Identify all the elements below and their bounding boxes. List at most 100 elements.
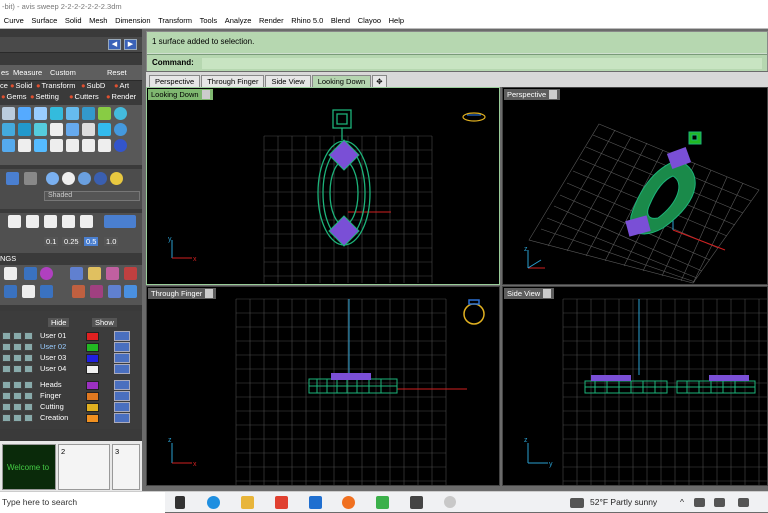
layer-lock-icon[interactable] — [114, 364, 130, 374]
tab-measure[interactable]: Measure — [13, 68, 42, 77]
category-solid[interactable]: Solid — [10, 81, 33, 90]
menu-curve[interactable]: Curve — [0, 16, 28, 25]
array-tool-icon[interactable] — [50, 123, 63, 136]
display-mode-select[interactable]: Shaded — [44, 191, 140, 201]
layer-lock-icon[interactable] — [114, 353, 130, 363]
xray-mode-icon[interactable] — [78, 172, 91, 185]
tab-through-finger[interactable]: Through Finger — [201, 75, 265, 87]
add-tab-icon[interactable]: ✥ — [372, 75, 387, 87]
layer-row[interactable]: User 01 — [40, 331, 130, 342]
weather-text[interactable]: 52°F Partly sunny — [590, 492, 657, 513]
layer-mini-controls[interactable] — [0, 342, 38, 352]
thumbnail-2[interactable]: 2 — [58, 444, 110, 490]
viewport-perspective[interactable]: z Perspective — [502, 87, 768, 285]
settings-icon-3[interactable] — [40, 267, 53, 280]
layer-lock-icon[interactable] — [114, 391, 130, 401]
menu-blend[interactable]: Blend — [327, 16, 354, 25]
chevron-down-icon[interactable] — [543, 289, 552, 298]
chevron-down-icon[interactable] — [549, 90, 558, 99]
menu-help[interactable]: Help — [385, 16, 408, 25]
chevron-down-icon[interactable] — [201, 90, 210, 99]
task-view-icon[interactable] — [175, 496, 185, 509]
layer-color-swatch[interactable] — [86, 365, 99, 374]
layer-lock-icon[interactable] — [114, 331, 130, 341]
layer-mini-controls[interactable] — [0, 391, 38, 401]
file-explorer-icon[interactable] — [241, 496, 254, 509]
layer-lock-icon[interactable] — [114, 342, 130, 352]
speaker-icon[interactable] — [714, 498, 725, 507]
sweep-tool-icon[interactable] — [2, 123, 15, 136]
category-setting[interactable]: Setting — [30, 92, 59, 101]
align-tool-icon[interactable] — [66, 139, 79, 152]
menu-analyze[interactable]: Analyze — [221, 16, 255, 25]
category-transform[interactable]: Transform — [36, 81, 76, 90]
step-value-1[interactable]: 0.1 — [44, 237, 59, 246]
viewport-label-perspective[interactable]: Perspective — [504, 89, 561, 100]
hide-button[interactable]: Hide — [48, 318, 70, 327]
category-render[interactable]: Render — [106, 92, 137, 101]
material-mode-icon[interactable] — [110, 172, 123, 185]
cut-tool-icon[interactable] — [98, 123, 111, 136]
layer-row[interactable]: Creation — [40, 413, 130, 424]
layer-mini-controls[interactable] — [0, 413, 38, 423]
menu-tools[interactable]: Tools — [196, 16, 221, 25]
viewport-label-through-finger[interactable]: Through Finger — [148, 288, 217, 299]
category-art[interactable]: Art — [114, 81, 130, 90]
viewport-label-looking-down[interactable]: Looking Down — [148, 89, 213, 100]
reset-button[interactable]: Reset — [107, 68, 127, 77]
layer-color-swatch[interactable] — [86, 392, 99, 401]
settings-icon-6[interactable] — [106, 267, 119, 280]
category-gems[interactable]: Gems — [1, 92, 27, 101]
settings-icon-2[interactable] — [24, 267, 37, 280]
store-icon[interactable] — [275, 496, 288, 509]
layer-row[interactable]: Cutting — [40, 402, 130, 413]
viewport-looking-down[interactable]: y x Looking Down — [146, 87, 500, 285]
menu-rhino[interactable]: Rhino 5.0 — [287, 16, 327, 25]
step-value-3[interactable]: 0.5 — [84, 237, 99, 246]
ortho-snap-icon[interactable] — [26, 215, 39, 228]
shape-tool-icon[interactable] — [34, 107, 47, 120]
mail-icon[interactable] — [309, 496, 322, 509]
settings-icon-9[interactable] — [22, 285, 35, 298]
step-value-4[interactable]: 1.0 — [104, 237, 119, 246]
settings-icon-4[interactable] — [70, 267, 83, 280]
layer-lock-icon[interactable] — [114, 380, 130, 390]
layer-mini-controls[interactable] — [0, 402, 38, 412]
group-tool-icon[interactable] — [82, 139, 95, 152]
ghost-mode-icon[interactable] — [62, 172, 75, 185]
sphere-tool-icon[interactable] — [114, 107, 127, 120]
settings-icon-5[interactable] — [88, 267, 101, 280]
tab-es[interactable]: es — [1, 68, 9, 77]
layer-color-swatch[interactable] — [86, 343, 99, 352]
prong-tool-icon[interactable] — [66, 107, 79, 120]
layer-row[interactable]: Heads — [40, 380, 130, 391]
osnap-icon[interactable] — [62, 215, 75, 228]
settings-icon-7[interactable] — [124, 267, 137, 280]
thumbnail-3[interactable]: 3 — [112, 444, 140, 490]
category-cutters[interactable]: Cutters — [69, 92, 99, 101]
menu-transform[interactable]: Transform — [154, 16, 196, 25]
settings-icon-8[interactable] — [4, 285, 17, 298]
viewport-through-finger[interactable]: z x Through Finger — [146, 286, 500, 486]
menu-mesh[interactable]: Mesh — [85, 16, 111, 25]
layer-mini-controls[interactable] — [0, 331, 38, 341]
command-prompt[interactable]: Command: — [147, 54, 767, 71]
viewport-label-side-view[interactable]: Side View — [504, 288, 555, 299]
category-ce[interactable]: ce — [0, 81, 8, 90]
tab-perspective[interactable]: Perspective — [149, 75, 201, 87]
layer-mini-controls[interactable] — [0, 353, 38, 363]
move-tool-icon[interactable] — [2, 139, 15, 152]
settings-icon-14[interactable] — [124, 285, 137, 298]
planar-snap-icon[interactable] — [44, 215, 57, 228]
app-icon[interactable] — [444, 496, 456, 508]
layer-color-swatch[interactable] — [86, 381, 99, 390]
nav-forward-icon[interactable]: ▶ — [124, 39, 137, 50]
menu-render[interactable]: Render — [255, 16, 287, 25]
show-hidden-icons[interactable]: ^ — [680, 492, 684, 513]
settings-icon-12[interactable] — [90, 285, 103, 298]
layer-lock-icon[interactable] — [114, 413, 130, 423]
flow-tool-icon[interactable] — [66, 123, 79, 136]
layer-color-swatch[interactable] — [86, 403, 99, 412]
category-subd[interactable]: SubD — [81, 81, 106, 90]
tab-custom[interactable]: Custom — [50, 68, 76, 77]
